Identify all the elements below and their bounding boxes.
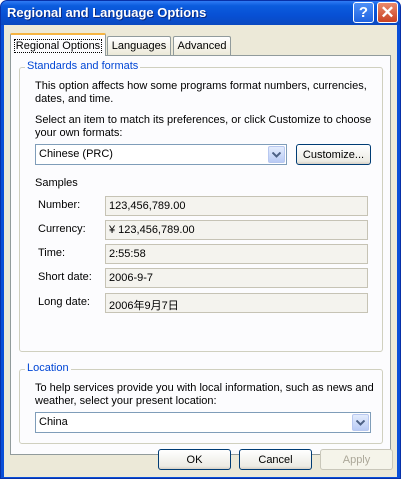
customize-button[interactable]: Customize... (296, 144, 371, 165)
select-instructions: Select an item to match its preferences,… (35, 114, 371, 140)
tab-languages[interactable]: Languages (107, 36, 171, 55)
short-date-sample-field: 2006-9-7 (105, 268, 368, 288)
apply-button-label: Apply (342, 453, 371, 466)
time-sample-field: 2:55:58 (105, 244, 368, 264)
dialog-client-area: Regional Options Languages Advanced Stan… (4, 25, 397, 477)
sample-label: Time: (38, 247, 66, 259)
tab-label: Advanced (177, 40, 227, 52)
close-button[interactable]: ✕ (377, 2, 398, 23)
dialog-window: Regional and Language Options ? ✕ Region… (0, 0, 401, 479)
tab-label: Regional Options (13, 38, 103, 53)
description-line: dates, and time. (35, 93, 114, 105)
standards-description: This option affects how some programs fo… (35, 80, 367, 106)
cancel-button[interactable]: Cancel (239, 449, 312, 470)
location-dropdown[interactable]: China (35, 412, 371, 433)
format-dropdown[interactable]: Chinese (PRC) (35, 144, 287, 165)
title-bar[interactable]: Regional and Language Options ? ✕ (1, 1, 400, 25)
currency-sample-field: ¥ 123,456,789.00 (105, 220, 368, 240)
standards-and-formats-group: Standards and formats This option affect… (19, 60, 383, 352)
customize-button-label: Customize... (302, 148, 365, 161)
ok-button[interactable]: OK (158, 449, 231, 470)
format-dropdown-value: Chinese (PRC) (39, 148, 113, 160)
group-title: Standards and formats (25, 60, 141, 72)
location-description: To help services provide you with local … (35, 382, 374, 408)
ok-button-label: OK (186, 453, 203, 466)
window-title: Regional and Language Options (7, 5, 207, 20)
description-line: To help services provide you with local … (35, 382, 374, 394)
apply-button[interactable]: Apply (320, 449, 393, 470)
location-group: Location To help services provide you wi… (19, 362, 383, 444)
location-dropdown-value: China (39, 416, 68, 428)
help-button[interactable]: ? (353, 2, 374, 23)
sample-label: Short date: (38, 271, 92, 283)
question-mark-icon: ? (358, 4, 369, 21)
number-sample-field: 123,456,789.00 (105, 196, 368, 216)
description-line: This option affects how some programs fo… (35, 80, 367, 92)
group-title: Location (25, 362, 71, 374)
tab-label: Languages (111, 40, 167, 52)
tab-advanced[interactable]: Advanced (173, 36, 231, 55)
instruction-line: your own formats: (35, 127, 123, 139)
sample-label: Long date: (38, 296, 90, 308)
samples-heading: Samples (35, 177, 78, 189)
chevron-down-icon[interactable] (268, 146, 285, 163)
tab-panel-regional-options: Standards and formats This option affect… (10, 55, 391, 455)
cancel-button-label: Cancel (258, 453, 293, 466)
close-icon: ✕ (380, 2, 395, 22)
description-line: weather, select your present location: (35, 395, 217, 407)
chevron-down-icon[interactable] (352, 414, 369, 431)
long-date-sample-field: 2006年9月7日 (105, 293, 368, 313)
tab-regional-options[interactable]: Regional Options (10, 33, 106, 56)
instruction-line: Select an item to match its preferences,… (35, 114, 372, 126)
sample-label: Number: (38, 199, 81, 211)
sample-label: Currency: (38, 223, 86, 235)
